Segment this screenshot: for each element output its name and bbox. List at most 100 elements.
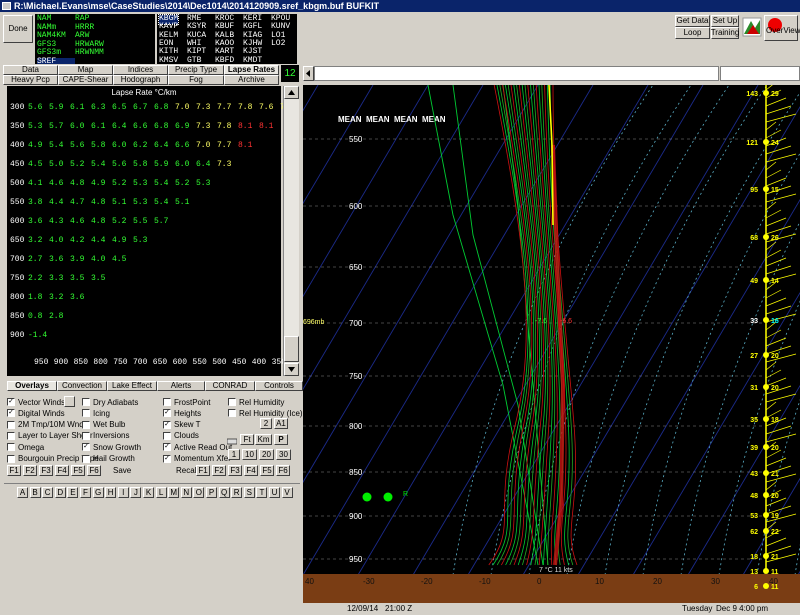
tab-map[interactable]: Map xyxy=(58,65,113,75)
loop-button[interactable]: Loop xyxy=(675,27,710,39)
checkbox-active-read-out[interactable]: ✓ Active Read Out xyxy=(163,442,232,452)
checkbox-rel-humidity-ice-[interactable]: Rel Humidity (Ice) xyxy=(228,408,303,418)
checkbox-rel-humidity[interactable]: Rel Humidity xyxy=(228,397,284,407)
tab-conrad[interactable]: CONRAD xyxy=(205,381,255,391)
skew-t-plot[interactable]: 550 600 650 700 750 800 850 900 950 MEAN MEAN MEAN M… xyxy=(303,85,800,603)
letter-button-f[interactable]: F xyxy=(80,487,91,498)
checkbox-frostpoint[interactable]: FrostPoint xyxy=(163,397,210,407)
tab-alerts[interactable]: Alerts xyxy=(157,381,205,391)
checkbox-digital-winds[interactable]: ✓ Digital Winds xyxy=(7,408,65,418)
letter-button-o[interactable]: O xyxy=(193,487,205,498)
letter-button-i[interactable]: I xyxy=(117,487,129,498)
checkbox-box[interactable] xyxy=(82,454,90,463)
tab-convection[interactable]: Convection xyxy=(57,381,107,391)
button-2[interactable]: 2 xyxy=(260,418,272,429)
checkbox-box[interactable] xyxy=(7,431,15,440)
set-up-button[interactable]: Set Up xyxy=(711,15,739,27)
letter-button-t[interactable]: T xyxy=(256,487,268,498)
checkbox-box[interactable] xyxy=(163,431,171,440)
checkbox-dry-adiabats[interactable]: Dry Adiabats xyxy=(82,397,138,407)
km-button[interactable]: Km xyxy=(255,434,272,445)
checkbox-box[interactable] xyxy=(7,454,15,463)
checkbox-clouds[interactable]: Clouds xyxy=(163,431,199,441)
get-data-button[interactable]: Get Data xyxy=(675,15,710,27)
time-scrollbar-right[interactable] xyxy=(720,66,800,81)
tab-lake-effect[interactable]: Lake Effect xyxy=(107,381,157,391)
interval-30-button[interactable]: 30 xyxy=(276,449,291,460)
fkey-f1[interactable]: F1 xyxy=(196,465,210,476)
checkbox-box[interactable]: ✓ xyxy=(163,409,171,418)
time-scrollbar-track[interactable] xyxy=(314,66,719,81)
checkbox-box[interactable] xyxy=(228,409,236,418)
checkbox-box[interactable]: ✓ xyxy=(7,409,15,418)
fkey-f6[interactable]: F6 xyxy=(276,465,290,476)
checkbox-hail-growth[interactable]: Hail Growth xyxy=(82,454,135,464)
checkbox-box[interactable]: ✓ xyxy=(82,443,90,452)
overview-button[interactable]: OverView xyxy=(764,15,800,41)
scroll-left-button[interactable] xyxy=(303,66,314,81)
fkey-f2[interactable]: F2 xyxy=(23,465,37,476)
vector-winds-options-button[interactable] xyxy=(64,396,75,407)
station-item[interactable]: KMSV xyxy=(159,56,178,64)
letter-button-g[interactable]: G xyxy=(92,487,104,498)
tab-overlays[interactable]: Overlays xyxy=(7,381,57,391)
tab-data[interactable]: Data xyxy=(3,65,58,75)
fkey-f3[interactable]: F3 xyxy=(228,465,242,476)
letter-button-b[interactable]: B xyxy=(29,487,41,498)
letter-button-k[interactable]: K xyxy=(143,487,154,498)
fkey-f1[interactable]: F1 xyxy=(7,465,21,476)
letter-button-s[interactable]: S xyxy=(243,487,255,498)
station-list[interactable]: KBGM KAVP KELM EON KITH KMSV RME KSYR KUCA WHI KIP… xyxy=(157,14,297,64)
checkbox-box[interactable] xyxy=(228,398,236,406)
checkbox-box[interactable]: ✓ xyxy=(163,454,171,463)
letter-button-p[interactable]: P xyxy=(206,487,217,498)
scroll-thumb[interactable] xyxy=(284,336,299,362)
interval-10-button[interactable]: 10 xyxy=(242,449,257,460)
tab-indices[interactable]: Indices xyxy=(113,65,168,75)
letter-button-e[interactable]: E xyxy=(67,487,79,498)
lapse-scrollbar[interactable] xyxy=(283,86,299,376)
tab-archive[interactable]: Archive xyxy=(224,75,279,85)
station-item[interactable]: LO2 xyxy=(271,39,285,49)
letter-button-m[interactable]: M xyxy=(168,487,180,498)
training-button[interactable]: Training xyxy=(711,27,739,39)
checkbox-skew-t[interactable]: ✓ Skew T xyxy=(163,420,201,430)
checkbox-box[interactable] xyxy=(163,398,171,406)
tab-heavy-pcp[interactable]: Heavy Pcp xyxy=(3,75,58,85)
fkey-f5[interactable]: F5 xyxy=(260,465,274,476)
letter-button-j[interactable]: J xyxy=(130,487,142,498)
checkbox-inversions[interactable]: Inversions xyxy=(82,431,129,441)
letter-button-l[interactable]: L xyxy=(155,487,167,498)
checkbox-snow-growth[interactable]: ✓ Snow Growth xyxy=(82,442,141,452)
checkbox-2m-tmp-10m-wnd[interactable]: 2M Tmp/10M Wnd xyxy=(7,420,84,430)
button-a1[interactable]: A1 xyxy=(274,418,288,429)
tab-cape-shear[interactable]: CAPE-Shear xyxy=(58,75,113,85)
recall-label[interactable]: Recall xyxy=(176,466,198,475)
checkbox-box[interactable]: ✓ xyxy=(163,420,171,429)
checkbox-box[interactable]: ✓ xyxy=(163,443,171,452)
checkbox-momentum-xfer[interactable]: ✓ Momentum Xfer xyxy=(163,454,231,464)
fkey-f2[interactable]: F2 xyxy=(212,465,226,476)
letter-button-a[interactable]: A xyxy=(17,487,28,498)
station-item[interactable]: GTB xyxy=(187,56,201,64)
done-button[interactable]: Done xyxy=(3,15,33,43)
checkbox-icing[interactable]: Icing xyxy=(82,408,110,418)
fkey-f4[interactable]: F4 xyxy=(244,465,258,476)
station-item[interactable]: KMDT xyxy=(243,56,262,64)
fkey-f5[interactable]: F5 xyxy=(71,465,85,476)
checkbox-wet-bulb[interactable]: Wet Bulb xyxy=(82,420,125,430)
model-item[interactable]: SREF xyxy=(37,57,75,64)
fkey-f4[interactable]: F4 xyxy=(55,465,69,476)
scroll-up-icon[interactable] xyxy=(284,86,299,99)
fkey-f6[interactable]: F6 xyxy=(87,465,101,476)
model-item[interactable]: HRWNMM xyxy=(75,48,151,58)
letter-button-v[interactable]: V xyxy=(281,487,293,498)
interval-1-button[interactable]: 1 xyxy=(228,449,240,460)
letter-button-d[interactable]: D xyxy=(54,487,66,498)
save-label[interactable]: Save xyxy=(113,466,131,475)
checkbox-box[interactable] xyxy=(7,443,15,452)
model-list[interactable]: NAM NAMm NAM4KM GFS3 GFS3m SREF RAP HRRR ARW HRW… xyxy=(35,14,155,64)
letter-button-c[interactable]: C xyxy=(42,487,54,498)
checkbox-layer-to-layer-shear[interactable]: Layer to Layer Shear xyxy=(7,431,93,441)
tab-precip-type[interactable]: Precip Type xyxy=(168,65,224,75)
